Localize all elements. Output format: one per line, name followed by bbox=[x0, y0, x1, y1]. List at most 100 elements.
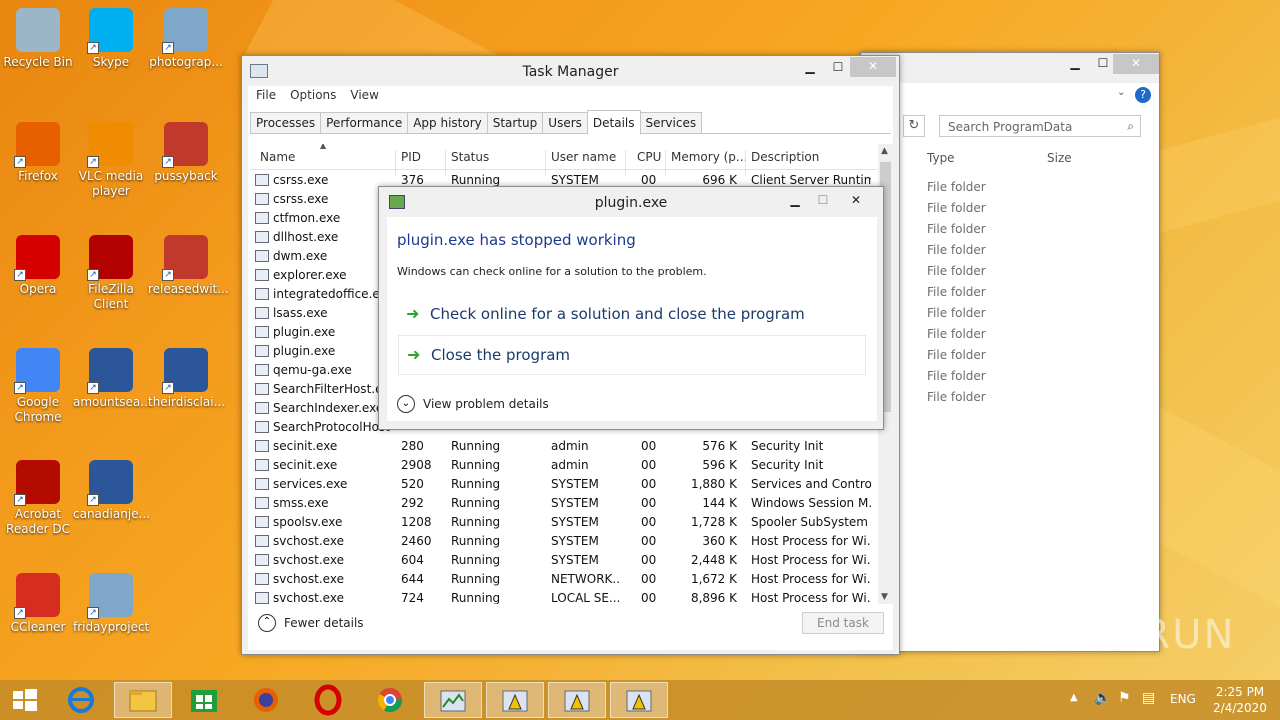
desktop-icon[interactable]: ↗ Google Chrome bbox=[0, 348, 76, 425]
table-row[interactable]: secinit.exe 280 Running admin 00 576 K Securit… bbox=[250, 437, 877, 456]
menu-item[interactable]: File bbox=[256, 88, 276, 102]
list-item[interactable]: File folder bbox=[927, 243, 986, 257]
check-online-option[interactable]: ➜ Check online for a solution and close … bbox=[398, 295, 866, 335]
list-item[interactable]: File folder bbox=[927, 327, 986, 341]
list-item[interactable]: File folder bbox=[927, 180, 986, 194]
action-center-icon[interactable]: ⚑ bbox=[1118, 690, 1131, 706]
task-manager-titlebar[interactable]: Task Manager ▁ ☐ ✕ bbox=[242, 56, 899, 86]
chevron-down-icon[interactable]: ⌄ bbox=[1117, 87, 1125, 98]
desktop-icon[interactable]: Recycle Bin bbox=[0, 8, 76, 70]
desktop-icon[interactable]: ↗ canadianje... bbox=[73, 460, 150, 522]
opera-icon[interactable] bbox=[300, 682, 358, 718]
desktop-icon[interactable]: ↗ CCleaner bbox=[0, 573, 76, 635]
end-task-button[interactable]: End task bbox=[802, 612, 884, 634]
desktop-icon[interactable]: ↗ Skype bbox=[73, 8, 149, 70]
close-button[interactable]: ✕ bbox=[841, 191, 871, 211]
fewer-details-link[interactable]: Fewer details bbox=[284, 616, 364, 630]
desktop-icon[interactable]: ↗ photograp... bbox=[148, 8, 224, 70]
tab-startup[interactable]: Startup bbox=[486, 112, 544, 134]
table-row[interactable]: services.exe 520 Running SYSTEM 00 1,880 K Ser… bbox=[250, 475, 877, 494]
start-button[interactable] bbox=[0, 682, 58, 718]
list-item[interactable]: File folder bbox=[927, 306, 986, 320]
table-row[interactable]: spoolsv.exe 1208 Running SYSTEM 00 1,728 K Spo… bbox=[250, 513, 877, 532]
language-indicator[interactable]: ENG bbox=[1170, 692, 1196, 706]
list-item[interactable]: File folder bbox=[927, 222, 986, 236]
view-details-link[interactable]: View problem details bbox=[423, 397, 549, 411]
tab-processes[interactable]: Processes bbox=[250, 112, 322, 134]
tab-users[interactable]: Users bbox=[542, 112, 588, 134]
table-row[interactable]: svchost.exe 604 Running SYSTEM 00 2,448 K Host… bbox=[250, 551, 877, 570]
error-report-taskbar-icon-3[interactable] bbox=[610, 682, 668, 718]
desktop-icon[interactable]: ↗ fridayproject bbox=[73, 573, 149, 635]
file-explorer-icon[interactable] bbox=[114, 682, 172, 718]
desktop-icon[interactable]: ↗ FileZilla Client bbox=[73, 235, 149, 312]
close-button[interactable]: ✕ bbox=[850, 57, 896, 77]
volume-icon[interactable]: 🔈 bbox=[1094, 690, 1111, 706]
desktop-icon[interactable]: ↗ pussyback bbox=[148, 122, 224, 184]
show-hidden-icons[interactable]: ▲ bbox=[1070, 692, 1078, 703]
explorer-titlebar[interactable]: ▁ ☐ ✕ bbox=[861, 53, 1159, 83]
expand-icon[interactable]: ⌄ bbox=[397, 395, 415, 413]
error-report-taskbar-icon[interactable] bbox=[486, 682, 544, 718]
list-item[interactable]: File folder bbox=[927, 264, 986, 278]
dialog-titlebar[interactable]: plugin.exe ▁ ☐ ✕ bbox=[379, 187, 883, 217]
chrome-icon[interactable] bbox=[362, 682, 420, 718]
column-name[interactable]: Name bbox=[260, 150, 295, 164]
search-input[interactable]: Search ProgramData ⌕ bbox=[939, 115, 1141, 137]
refresh-icon[interactable]: ↻ bbox=[903, 115, 925, 137]
menu-item[interactable]: View bbox=[350, 88, 378, 102]
list-item[interactable]: File folder bbox=[927, 201, 986, 215]
store-icon[interactable] bbox=[176, 682, 234, 718]
list-item[interactable]: File folder bbox=[927, 369, 986, 383]
minimize-button[interactable]: ▁ bbox=[1061, 54, 1089, 74]
maximize-button[interactable]: ☐ bbox=[824, 58, 852, 78]
minimize-button[interactable]: ▁ bbox=[796, 58, 824, 78]
column-pid[interactable]: PID bbox=[401, 150, 421, 164]
close-button[interactable]: ✕ bbox=[1113, 54, 1159, 74]
desktop-icon[interactable]: ↗ amountsea... bbox=[73, 348, 152, 410]
desktop-icon[interactable]: ↗ releasedwit... bbox=[148, 235, 229, 297]
column-cpu[interactable]: CPU bbox=[637, 150, 661, 164]
crash-dialog[interactable]: plugin.exe ▁ ☐ ✕ plugin.exe has stopped … bbox=[378, 186, 884, 430]
collapse-icon[interactable]: ⌃ bbox=[258, 614, 276, 632]
desktop-icon[interactable]: ↗ Opera bbox=[0, 235, 76, 297]
table-row[interactable]: svchost.exe 724 Running LOCAL SE... 00 8,896 … bbox=[250, 589, 877, 604]
list-item[interactable]: File folder bbox=[927, 285, 986, 299]
table-row[interactable]: svchost.exe 2460 Running SYSTEM 00 360 K Host … bbox=[250, 532, 877, 551]
menu-item[interactable]: Options bbox=[290, 88, 336, 102]
tab-services[interactable]: Services bbox=[639, 112, 703, 134]
error-report-taskbar-icon-2[interactable] bbox=[548, 682, 606, 718]
list-item[interactable]: File folder bbox=[927, 390, 986, 404]
task-manager-taskbar-icon[interactable] bbox=[424, 682, 482, 718]
list-item[interactable]: File folder bbox=[927, 348, 986, 362]
firefox-icon[interactable] bbox=[238, 682, 296, 718]
explorer-window[interactable]: ▁ ☐ ✕ ⌄ ? ↻ Search ProgramData ⌕ Type Si… bbox=[860, 52, 1160, 652]
clock[interactable]: 2:25 PM 2/4/2020 bbox=[1210, 684, 1270, 716]
close-program-option[interactable]: ➜ Close the program bbox=[398, 335, 866, 375]
desktop-icon[interactable]: ↗ VLC media player bbox=[73, 122, 149, 199]
column-status[interactable]: Status bbox=[451, 150, 489, 164]
shortcut-arrow-icon: ↗ bbox=[14, 269, 26, 281]
table-row[interactable]: smss.exe 292 Running SYSTEM 00 144 K Windows S… bbox=[250, 494, 877, 513]
maximize-button[interactable]: ☐ bbox=[811, 191, 835, 211]
desktop-icon[interactable]: ↗ theirdisclai... bbox=[148, 348, 225, 410]
internet-explorer-icon[interactable] bbox=[54, 682, 112, 718]
table-row[interactable]: secinit.exe 2908 Running admin 00 596 K Securi… bbox=[250, 456, 877, 475]
cell-description: Windows Session M... bbox=[751, 496, 871, 510]
tab-details[interactable]: Details bbox=[586, 110, 641, 135]
table-row[interactable]: svchost.exe 644 Running NETWORK... 00 1,672 K… bbox=[250, 570, 877, 589]
desktop-icon[interactable]: ↗ Firefox bbox=[0, 122, 76, 184]
network-icon[interactable]: ▤ bbox=[1142, 690, 1155, 706]
column-description[interactable]: Description bbox=[751, 150, 819, 164]
column-memory[interactable]: Memory (p... bbox=[671, 150, 747, 164]
scroll-down-icon[interactable]: ▼ bbox=[881, 592, 888, 602]
minimize-button[interactable]: ▁ bbox=[783, 191, 807, 211]
help-icon[interactable]: ? bbox=[1135, 87, 1151, 103]
scroll-up-icon[interactable]: ▲ bbox=[881, 146, 888, 156]
tab-app-history[interactable]: App history bbox=[407, 112, 488, 134]
tab-performance[interactable]: Performance bbox=[320, 112, 409, 134]
column-type[interactable]: Type bbox=[927, 151, 955, 165]
column-size[interactable]: Size bbox=[1047, 151, 1072, 165]
column-user[interactable]: User name bbox=[551, 150, 616, 164]
desktop-icon[interactable]: ↗ Acrobat Reader DC bbox=[0, 460, 76, 537]
